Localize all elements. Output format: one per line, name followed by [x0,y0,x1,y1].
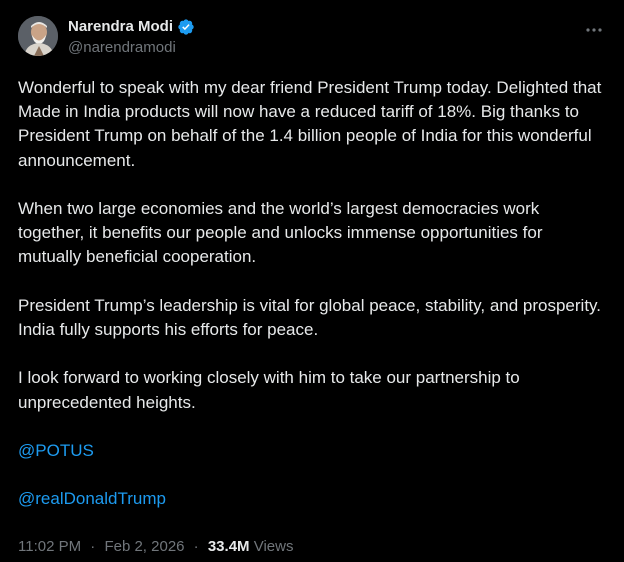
tweet-paragraph: I look forward to working closely with h… [18,368,520,412]
meta-separator: · [193,538,199,555]
tweet: Narendra Modi @narendramodi Wonderful to… [0,0,624,562]
tweet-paragraph: When two large economies and the world’s… [18,199,543,267]
verified-badge-icon [177,18,195,36]
mention-link-potus[interactable]: @POTUS [18,439,608,463]
user-handle[interactable]: @narendramodi [68,38,176,58]
tweet-paragraph: President Trump’s leadership is vital fo… [18,295,602,339]
tweet-text: Wonderful to speak with my dear friend P… [18,76,608,536]
display-name[interactable]: Narendra Modi [68,17,173,37]
more-options-icon[interactable] [584,20,604,40]
views-label: Views [253,538,294,555]
mention-link-realdonaldtrump[interactable]: @realDonaldTrump [18,487,608,511]
meta-separator: · [90,538,96,555]
views-count: 33.4M [207,538,250,555]
tweet-time[interactable]: 11:02 PM [18,538,81,555]
avatar[interactable] [18,16,58,56]
tweet-date[interactable]: Feb 2, 2026 [104,538,184,555]
avatar-image [18,16,58,56]
tweet-meta: 11:02 PM · Feb 2, 2026 · 33.4M Views [18,537,293,557]
name-row: Narendra Modi [68,17,195,37]
tweet-paragraph: Wonderful to speak with my dear friend P… [18,78,602,170]
